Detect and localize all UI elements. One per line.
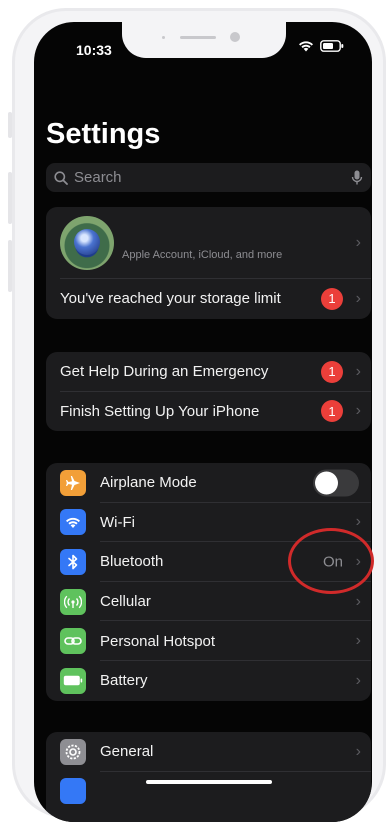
search-icon xyxy=(54,170,68,185)
battery-label: Battery xyxy=(100,672,148,690)
notification-badge: 1 xyxy=(321,287,343,310)
bluetooth-icon xyxy=(60,548,86,575)
cellular-label: Cellular xyxy=(100,593,151,611)
status-time: 10:33 xyxy=(76,42,112,58)
emergency-help-row[interactable]: Get Help During an Emergency 1 › xyxy=(46,352,371,392)
airplane-icon xyxy=(60,469,86,496)
accessibility-icon xyxy=(60,778,86,805)
wifi-icon xyxy=(60,509,86,536)
avatar-sphere xyxy=(74,229,100,255)
notch-camera xyxy=(230,32,240,42)
account-subtitle: Apple Account, iCloud, and more xyxy=(122,249,283,261)
storage-limit-label: You've reached your storage limit xyxy=(60,290,281,308)
airplane-mode-toggle[interactable] xyxy=(313,469,359,497)
emergency-help-label: Get Help During an Emergency xyxy=(60,363,269,381)
general-row[interactable]: General › xyxy=(46,732,371,772)
highlight-annotation-circle xyxy=(288,528,374,594)
page-title: Settings xyxy=(46,118,161,150)
battery-status-icon xyxy=(320,40,344,52)
notification-badge: 1 xyxy=(321,360,343,383)
toggle-knob xyxy=(315,471,338,495)
chevron-right-icon: › xyxy=(355,592,361,610)
battery-icon xyxy=(60,667,86,694)
home-indicator xyxy=(146,780,272,784)
notch-speaker xyxy=(180,36,216,39)
wifi-status-icon xyxy=(299,41,313,52)
side-button-volume-up xyxy=(8,172,12,224)
accessibility-row[interactable] xyxy=(46,772,371,812)
bluetooth-label: Bluetooth xyxy=(100,553,164,571)
personal-hotspot-row[interactable]: Personal Hotspot › xyxy=(46,621,371,661)
notch xyxy=(122,22,286,58)
notch-sensor xyxy=(162,36,165,39)
airplane-mode-label: Airplane Mode xyxy=(100,474,197,492)
chevron-right-icon: › xyxy=(355,402,361,420)
alerts-group: Get Help During an Emergency 1 › Finish … xyxy=(46,352,371,431)
gear-icon xyxy=(60,738,86,765)
chevron-right-icon: › xyxy=(355,289,361,307)
chevron-right-icon: › xyxy=(355,742,361,760)
chevron-right-icon: › xyxy=(355,362,361,380)
finish-setup-row[interactable]: Finish Setting Up Your iPhone 1 › xyxy=(46,392,371,431)
side-button-volume-down xyxy=(8,240,12,292)
chevron-right-icon: › xyxy=(355,671,361,689)
account-group: Apple Account, iCloud, and more › You've… xyxy=(46,207,371,319)
notification-badge: 1 xyxy=(321,400,343,423)
finish-setup-label: Finish Setting Up Your iPhone xyxy=(60,402,260,420)
avatar xyxy=(60,216,114,270)
personal-hotspot-label: Personal Hotspot xyxy=(100,632,216,650)
chevron-right-icon: › xyxy=(355,234,361,251)
airplane-mode-row: Airplane Mode xyxy=(46,463,371,503)
hotspot-icon xyxy=(60,628,86,655)
wifi-label: Wi-Fi xyxy=(100,513,135,531)
microphone-icon[interactable] xyxy=(351,170,363,186)
search-bar[interactable]: Search xyxy=(46,163,371,192)
battery-row[interactable]: Battery › xyxy=(46,661,371,701)
settings-screen: 10:33 Settings Search Apple Account, iCl… xyxy=(34,22,372,822)
storage-limit-row[interactable]: You've reached your storage limit 1 › xyxy=(46,279,371,319)
apple-account-row[interactable]: Apple Account, iCloud, and more › xyxy=(46,207,371,279)
general-label: General xyxy=(100,743,154,761)
cellular-icon xyxy=(60,588,86,615)
search-input[interactable]: Search xyxy=(74,169,122,186)
chevron-right-icon: › xyxy=(355,513,361,531)
chevron-right-icon: › xyxy=(355,632,361,650)
status-icons xyxy=(298,40,344,52)
side-button-action xyxy=(8,112,12,138)
